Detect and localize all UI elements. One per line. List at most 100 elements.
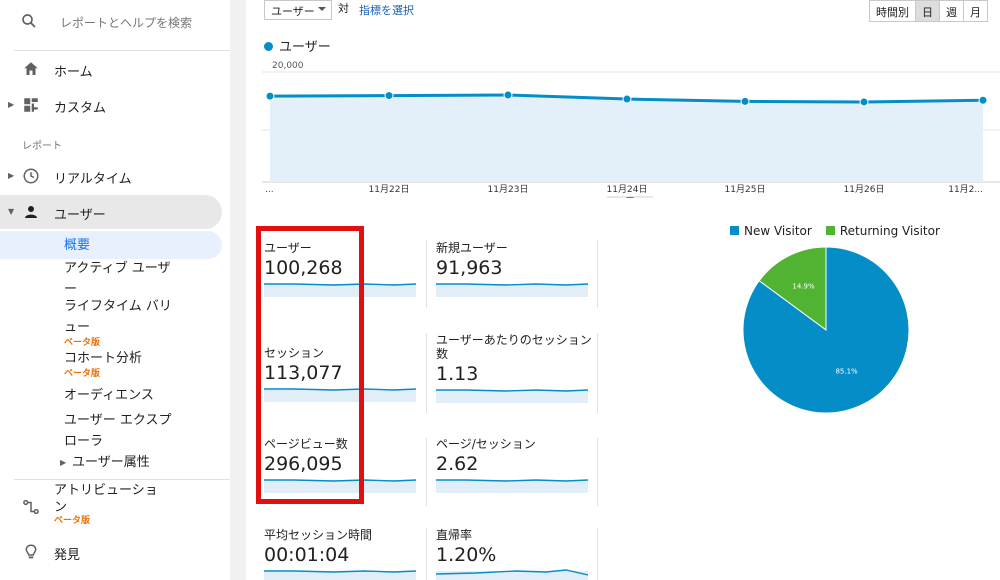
dashboard-icon bbox=[22, 96, 40, 118]
sidebar-item-label: カスタム bbox=[54, 101, 107, 116]
divider bbox=[426, 240, 427, 308]
expand-caret-icon: ▶ bbox=[8, 171, 15, 180]
sidebar-separator bbox=[230, 0, 246, 580]
x-tick-label: 11月23日 bbox=[488, 184, 529, 195]
section-label-reports: レポート bbox=[22, 141, 62, 152]
metric-new-users[interactable]: 新規ユーザー 91,963 bbox=[436, 241, 596, 321]
chevron-down-icon bbox=[626, 197, 634, 198]
sidebar-subitem-active-users[interactable]: アクティブ ユーザ ー bbox=[64, 258, 170, 300]
data-point bbox=[384, 91, 394, 101]
sidebar-subitem-lifetime-value[interactable]: ライフタイム バリ ュー ベータ版 bbox=[64, 296, 172, 349]
metric-label: 直帰率 bbox=[436, 528, 473, 542]
data-point bbox=[622, 94, 632, 104]
legend-swatch bbox=[730, 226, 739, 235]
sidebar-subitem-user-explorer[interactable]: ユーザー エクスプ ローラ bbox=[64, 410, 171, 452]
chart-legend: ユーザー bbox=[264, 36, 331, 55]
metric-bounce-rate[interactable]: 直帰率 1.20% bbox=[435, 528, 596, 580]
sidebar-subitem-label: オーディエンス bbox=[64, 388, 154, 403]
range-week-button[interactable]: 週 bbox=[940, 1, 964, 21]
sidebar-search[interactable]: レポートとヘルプを検索 bbox=[0, 0, 230, 46]
sidebar-subitem-label: ユーザー エクスプ bbox=[64, 413, 172, 428]
visitor-pie-chart: 14.9% 85.1% bbox=[742, 246, 910, 414]
metric-pages-per-session[interactable]: ページ/セッション 2.62 bbox=[436, 437, 596, 517]
lightbulb-icon bbox=[22, 543, 40, 565]
divider bbox=[597, 438, 598, 506]
metric-sessions-per-user[interactable]: ユーザーあたりのセッション数 1.13 bbox=[436, 333, 596, 413]
divider bbox=[426, 438, 427, 506]
sidebar-item-custom[interactable]: ▶ カスタム bbox=[0, 88, 230, 122]
range-day-button[interactable]: 日 bbox=[916, 1, 940, 21]
sidebar-subitem-label-cont: ローラ bbox=[64, 434, 104, 449]
legend-label: Returning Visitor bbox=[839, 224, 940, 238]
pie-data-label: 85.1% bbox=[835, 368, 858, 376]
metric-value: 1.20% bbox=[436, 544, 497, 566]
users-area bbox=[270, 95, 983, 182]
range-month-button[interactable]: 月 bbox=[964, 1, 987, 21]
clock-icon bbox=[22, 167, 40, 189]
sidebar-item-label: 発見 bbox=[54, 548, 81, 563]
sidebar-subitem-overview[interactable]: 概要 bbox=[0, 231, 222, 259]
metric-sparkline bbox=[436, 479, 589, 493]
sidebar-subitem-label: ライフタイム バリ bbox=[64, 299, 172, 314]
y-tick-label: 20,000 bbox=[272, 61, 304, 71]
sidebar: レポートとヘルプを検索 ホーム ▶ カスタム レポート ▶ リアルタイム ▼ ユ… bbox=[0, 0, 230, 580]
divider bbox=[597, 240, 598, 308]
legend-swatch bbox=[825, 226, 835, 235]
beta-badge: ベータ版 bbox=[64, 369, 101, 379]
attribution-label-1: アトリビューショ bbox=[54, 483, 158, 498]
sidebar-subitem-label: コホート分析 bbox=[64, 351, 143, 366]
sidebar-item-realtime[interactable]: ▶ リアルタイム bbox=[0, 159, 230, 193]
select-metric-link[interactable]: 指標を選択 bbox=[359, 2, 414, 18]
metric-label: 新規ユーザー bbox=[436, 241, 508, 255]
pie-legend: New Visitor Returning Visitor bbox=[730, 224, 940, 238]
analytics-page: レポートとヘルプを検索 ホーム ▶ カスタム レポート ▶ リアルタイム ▼ ユ… bbox=[0, 0, 1000, 580]
x-tick-label: ... bbox=[265, 185, 274, 195]
legend-label: ユーザー bbox=[279, 40, 331, 55]
metric-select[interactable]: ユーザー bbox=[264, 0, 332, 20]
legend-item-returning: Returning Visitor bbox=[825, 224, 940, 238]
sidebar-item-label: アトリビューショ ン ベータ版 bbox=[54, 482, 158, 527]
metric-label: ユーザーあたりのセッション数 bbox=[436, 333, 592, 361]
date-range-toggle: 時間別 日 週 月 bbox=[869, 0, 988, 22]
data-point bbox=[978, 95, 988, 105]
person-icon bbox=[22, 203, 40, 225]
sidebar-subitem-label-cont: ー bbox=[64, 282, 78, 297]
sidebar-item-attribution[interactable]: アトリビューショ ン ベータ版 bbox=[0, 480, 230, 526]
home-icon bbox=[22, 60, 40, 82]
sidebar-subitem-label: アクティブ ユーザ bbox=[64, 261, 171, 276]
x-tick-label: 11月24日 bbox=[607, 184, 648, 195]
vs-label: 対 bbox=[338, 2, 349, 15]
x-tick-label: 11月26日 bbox=[844, 184, 885, 195]
beta-badge: ベータ版 bbox=[54, 516, 91, 526]
range-hourly-button[interactable]: 時間別 bbox=[870, 1, 916, 21]
expand-caret-icon: ▶ bbox=[60, 458, 67, 467]
metric-sparkline bbox=[435, 569, 589, 580]
divider bbox=[14, 50, 230, 51]
x-tick-label: 11月2... bbox=[948, 184, 983, 195]
users-line-chart: 20,00010,000...11月22日11月23日11月24日11月25日1… bbox=[262, 61, 1000, 198]
metric-value: 2.62 bbox=[436, 453, 479, 475]
x-tick-label: 11月22日 bbox=[369, 184, 410, 195]
search-icon bbox=[20, 12, 38, 34]
divider bbox=[597, 528, 598, 580]
metric-sparkline bbox=[436, 283, 589, 297]
sidebar-subitem-label-cont: ュー bbox=[64, 320, 91, 335]
sidebar-item-label: ホーム bbox=[54, 65, 93, 80]
metric-value: 00:01:04 bbox=[264, 544, 350, 566]
data-point bbox=[859, 97, 869, 107]
chevron-down-icon bbox=[318, 7, 326, 11]
sidebar-item-home[interactable]: ホーム bbox=[0, 52, 230, 86]
sidebar-item-users[interactable]: ▼ ユーザー bbox=[0, 195, 222, 229]
sidebar-item-label: ユーザー bbox=[54, 208, 106, 223]
sidebar-item-discover[interactable]: 発見 bbox=[0, 535, 230, 569]
metric-sparkline bbox=[264, 570, 417, 580]
metric-value: 1.13 bbox=[436, 363, 479, 385]
metric-avg-session-duration[interactable]: 平均セッション時間 00:01:04 bbox=[264, 528, 424, 580]
sidebar-subitem-cohort[interactable]: コホート分析 ベータ版 bbox=[64, 348, 142, 380]
pie-data-label: 14.9% bbox=[792, 283, 815, 291]
divider bbox=[426, 333, 427, 413]
sidebar-subitem-audience[interactable]: オーディエンス bbox=[64, 385, 154, 406]
sidebar-subitem-attributes[interactable]: ユーザー属性 bbox=[72, 452, 150, 473]
data-point bbox=[740, 96, 750, 106]
attribution-label-2: ン bbox=[54, 500, 68, 515]
